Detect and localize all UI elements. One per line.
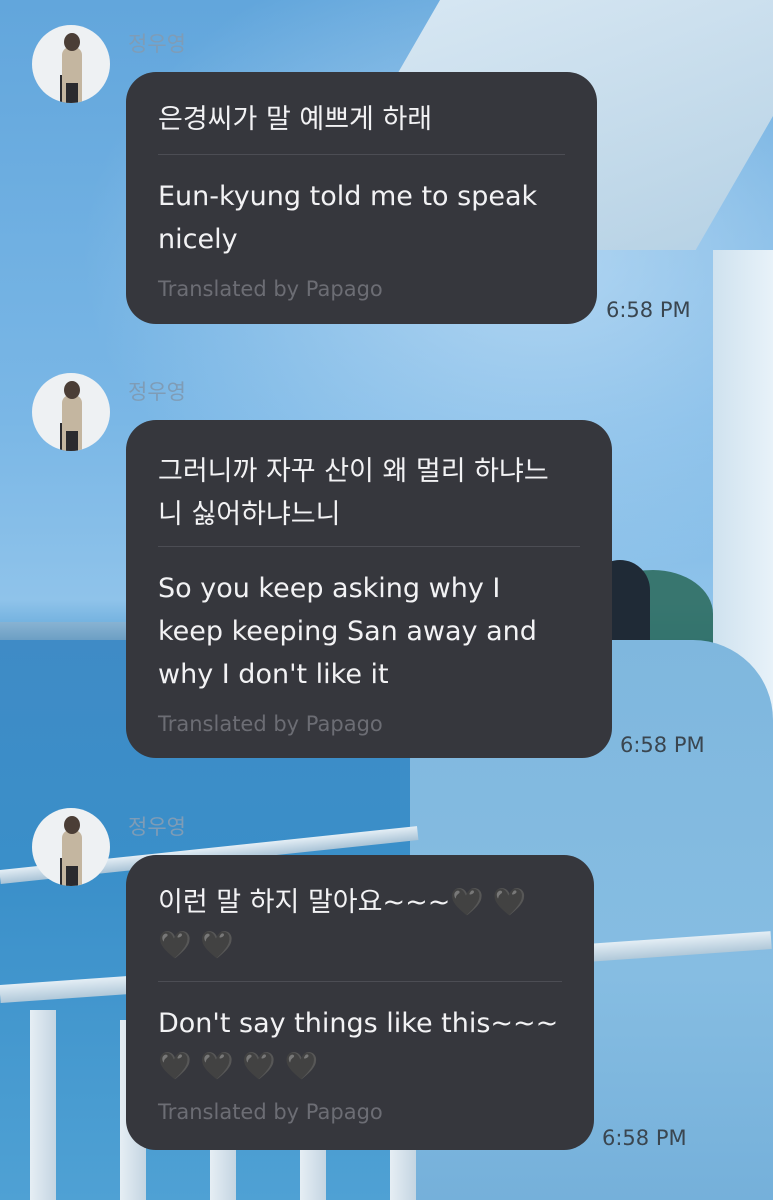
message-original-text: 이런 말 하지 말아요~~~🖤 🖤 🖤 🖤 [158,887,527,961]
sender-avatar[interactable] [32,373,110,451]
message-bubble[interactable]: 그러니까 자꾸 산이 왜 멀리 하냐느 니 싫어하냐느니 So you keep… [126,420,612,758]
message-original-text: 은경씨가 말 예쁘게 하래 [158,104,433,135]
message-timestamp: 6:58 PM [620,733,705,757]
message-timestamp: 6:58 PM [602,1126,687,1150]
sender-name: 정우영 [128,32,186,56]
sender-avatar[interactable] [32,25,110,103]
message-translated-text: Don't say things like this~~~ 🖤 🖤 🖤 🖤 [158,1008,559,1082]
message-translated-text: Eun-kyung told me to speak nicely [158,181,538,255]
message-bubble[interactable]: 이런 말 하지 말아요~~~🖤 🖤 🖤 🖤 Don't say things l… [126,855,594,1150]
message-bubble[interactable]: 은경씨가 말 예쁘게 하래 Eun-kyung told me to speak… [126,72,597,324]
distant-shore [0,622,130,640]
railing-baluster [30,1010,56,1200]
translation-credit: Translated by Papago [158,277,383,301]
sender-avatar[interactable] [32,808,110,886]
translation-credit: Translated by Papago [158,1100,383,1124]
translation-credit: Translated by Papago [158,712,383,736]
message-translated-text: So you keep asking why I keep keeping Sa… [158,573,537,690]
sender-name: 정우영 [128,380,186,404]
message-original-text: 그러니까 자꾸 산이 왜 멀리 하냐느 니 싫어하냐느니 [158,456,549,530]
sender-name: 정우영 [128,815,186,839]
message-timestamp: 6:58 PM [606,298,691,322]
